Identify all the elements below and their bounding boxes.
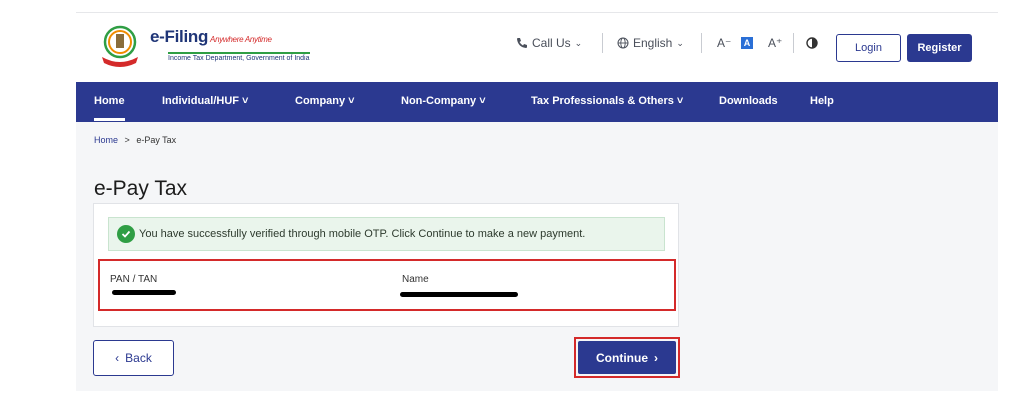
nav-item-individual-huf[interactable]: Individual/HUF ˅ bbox=[162, 95, 248, 107]
phone-icon bbox=[517, 38, 527, 48]
nav-item-downloads[interactable]: Downloads bbox=[719, 95, 778, 107]
language-dropdown[interactable]: English ⌄ bbox=[617, 36, 684, 50]
logo-tagline: Anywhere Anytime bbox=[210, 35, 272, 44]
efiling-logo[interactable]: e-Filing Anywhere Anytime Income Tax Depa… bbox=[96, 23, 310, 71]
page-title: e-Pay Tax bbox=[94, 177, 187, 200]
nav-item-company[interactable]: Company ˅ bbox=[295, 95, 355, 107]
contrast-icon[interactable] bbox=[806, 37, 818, 49]
breadcrumb: Home > e-Pay Tax bbox=[94, 135, 176, 145]
top-header: e-Filing Anywhere Anytime Income Tax Depa… bbox=[76, 13, 998, 82]
chevron-down-icon: ⌄ bbox=[676, 37, 684, 48]
taxpayer-info-box: PAN / TAN Name bbox=[98, 259, 676, 311]
back-button[interactable]: ‹ Back bbox=[93, 340, 174, 376]
breadcrumb-separator: > bbox=[124, 135, 130, 145]
logo-title: e-Filing Anywhere Anytime bbox=[150, 27, 272, 46]
pan-tan-value-redacted bbox=[112, 290, 176, 295]
nav-item-tax-professionals[interactable]: Tax Professionals & Others ˅ bbox=[531, 95, 683, 107]
name-label: Name bbox=[402, 274, 429, 285]
call-us-dropdown[interactable]: Call Us ⌄ bbox=[516, 36, 582, 50]
continue-button[interactable]: Continue › bbox=[578, 341, 676, 374]
payment-card: You have successfully verified through m… bbox=[93, 203, 679, 327]
login-button[interactable]: Login bbox=[836, 34, 901, 62]
call-us-label: Call Us bbox=[532, 36, 571, 50]
nav-item-non-company[interactable]: Non-Company ˅ bbox=[401, 95, 486, 107]
chevron-right-icon: › bbox=[654, 350, 658, 365]
nav-item-help[interactable]: Help bbox=[810, 95, 834, 107]
success-alert: You have successfully verified through m… bbox=[108, 217, 665, 251]
alert-message: You have successfully verified through m… bbox=[139, 228, 586, 240]
font-default-button[interactable]: A bbox=[741, 37, 753, 49]
divider bbox=[701, 33, 702, 53]
register-button[interactable]: Register bbox=[907, 34, 972, 62]
globe-icon bbox=[617, 37, 629, 49]
font-increase-button[interactable]: A⁺ bbox=[768, 36, 782, 50]
continue-button-label: Continue bbox=[596, 350, 648, 365]
continue-highlight: Continue › bbox=[574, 337, 680, 378]
back-button-label: Back bbox=[125, 351, 152, 365]
breadcrumb-current: e-Pay Tax bbox=[136, 135, 177, 145]
check-circle-icon bbox=[117, 225, 135, 243]
divider bbox=[602, 33, 603, 53]
font-decrease-button[interactable]: A⁻ bbox=[717, 36, 731, 50]
nav-item-home[interactable]: Home bbox=[94, 95, 125, 121]
page-frame: e-Filing Anywhere Anytime Income Tax Depa… bbox=[76, 12, 998, 391]
chevron-down-icon: ⌄ bbox=[574, 37, 583, 48]
language-label: English bbox=[633, 36, 673, 50]
breadcrumb-home-link[interactable]: Home bbox=[94, 135, 118, 145]
divider bbox=[793, 33, 794, 53]
chevron-left-icon: ‹ bbox=[115, 351, 120, 365]
logo-subtitle: Income Tax Department, Government of Ind… bbox=[168, 52, 310, 62]
main-nav: Home Individual/HUF ˅ Company ˅ Non-Comp… bbox=[76, 82, 998, 122]
pan-tan-label: PAN / TAN bbox=[110, 274, 158, 285]
name-value-redacted bbox=[400, 292, 518, 297]
emblem-icon bbox=[102, 25, 138, 67]
